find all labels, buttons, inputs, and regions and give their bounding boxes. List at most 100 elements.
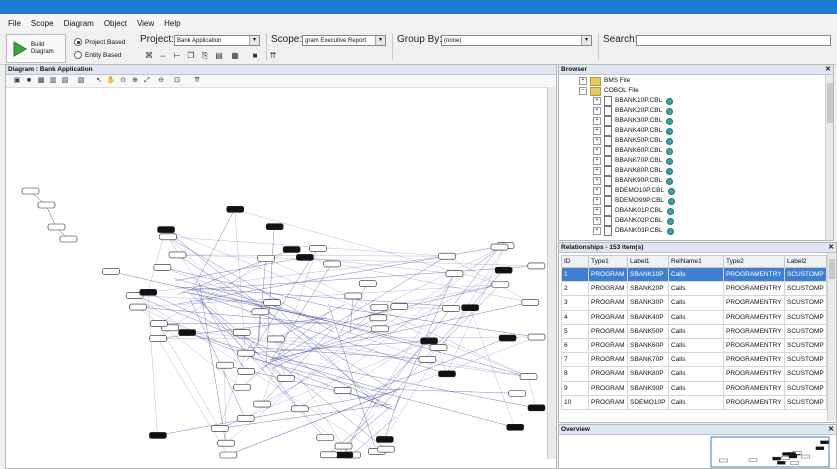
menu-file[interactable]: File [8, 19, 21, 28]
project-select[interactable]: Bank Application ▾ [174, 35, 260, 46]
graph-node[interactable] [276, 374, 295, 382]
expand-icon[interactable]: + [593, 137, 601, 145]
tree-file-item[interactable]: + DBANK03P.CBL [593, 226, 674, 236]
column-header[interactable]: Type2 [723, 255, 785, 268]
groupby-select[interactable]: (none) ▾ [441, 35, 592, 46]
align-icon[interactable]: ⊢ [172, 51, 182, 61]
copy-icon[interactable]: ❐ [186, 51, 196, 61]
graph-node[interactable] [265, 223, 284, 231]
graph-node[interactable] [442, 305, 461, 312]
column-header[interactable]: Label2 [784, 255, 827, 268]
tree-file-item[interactable]: + BBANK40P.CBL [593, 126, 674, 136]
graph-node[interactable] [371, 325, 389, 333]
graph-node[interactable] [236, 415, 255, 422]
graph-node[interactable] [309, 245, 327, 252]
tree-folder-cobol[interactable]: − COBOL File [579, 86, 639, 96]
graph-node[interactable] [420, 337, 438, 345]
graph-node[interactable] [461, 304, 479, 311]
expand-icon[interactable]: + [593, 107, 601, 115]
graph-node[interactable] [102, 268, 120, 275]
graph-node[interactable] [335, 451, 354, 459]
graph-node[interactable] [257, 254, 276, 262]
menu-help[interactable]: Help [164, 19, 180, 28]
table-vertical-scrollbar[interactable] [827, 253, 836, 421]
graph-node[interactable] [157, 226, 175, 233]
graph-node[interactable] [237, 349, 255, 357]
table-row[interactable]: 8 PROGRAM SBANK80P Calls PROGRAMENTRY SCUSTOM… [561, 366, 827, 382]
graph-node[interactable] [527, 404, 546, 412]
close-icon[interactable]: ✕ [828, 243, 834, 252]
table-row[interactable]: 1 PROGRAM SBANK10P Calls PROGRAMENTRY SCUSTOM… [561, 266, 827, 283]
tree-file-item[interactable]: + BDEMO10P.CBL [593, 186, 676, 196]
layout-dropdown-icon[interactable]: ⊡ [172, 76, 182, 86]
column-header[interactable]: Type1 [588, 255, 628, 268]
diagram-vertical-scrollbar[interactable] [547, 87, 556, 459]
close-icon[interactable]: ✕ [828, 425, 834, 434]
tree-file-item[interactable]: + BBANK50P.CBL [593, 136, 674, 146]
graph-node[interactable] [290, 405, 309, 413]
radio-project-based[interactable]: Project Based [74, 38, 125, 46]
graph-node[interactable] [377, 445, 395, 453]
graph-node[interactable] [21, 187, 40, 195]
graph-node[interactable] [217, 439, 236, 447]
expand-icon[interactable]: + [593, 227, 601, 235]
pointer-icon[interactable]: ↖ [94, 76, 104, 86]
graph-node[interactable] [226, 205, 245, 213]
pan-hand-icon[interactable]: ✋ [106, 76, 116, 86]
expand-icon[interactable]: + [593, 147, 601, 155]
table-row[interactable]: 4 PROGRAM SBANK40P Calls PROGRAMENTRY SCUSTOM… [561, 309, 827, 325]
expand-icon[interactable]: + [579, 77, 587, 85]
graph-node[interactable] [149, 432, 167, 439]
tree-file-item[interactable]: + DBANK02P.CBL [593, 216, 674, 226]
graph-node[interactable] [295, 254, 314, 261]
graph-node[interactable] [168, 251, 187, 259]
table-row[interactable]: 9 PROGRAM SBANK90P Calls PROGRAMENTRY SCUSTOM… [561, 380, 827, 396]
graph-node[interactable] [506, 423, 525, 431]
graph-node[interactable] [527, 262, 546, 270]
scrollbar-thumb[interactable] [829, 259, 835, 279]
expand-icon[interactable]: + [593, 207, 601, 215]
export-icon[interactable]: ⎘ [200, 51, 210, 61]
menu-view[interactable]: View [137, 19, 154, 28]
overview-viewport[interactable] [710, 436, 830, 468]
expand-icon[interactable]: + [593, 167, 601, 175]
column-header[interactable]: Label1 [627, 255, 669, 268]
graph-node[interactable] [139, 289, 158, 296]
graph-node[interactable] [282, 246, 301, 253]
graph-node[interactable] [519, 373, 538, 381]
graph-node[interactable] [129, 303, 147, 311]
graph-node[interactable] [216, 361, 234, 369]
expand-icon[interactable]: + [593, 157, 601, 165]
diagram-canvas[interactable] [6, 87, 556, 468]
graph-node[interactable] [418, 356, 437, 363]
save-icon[interactable]: ■ [24, 76, 34, 86]
graph-node[interactable] [323, 260, 342, 268]
graph-node[interactable] [159, 233, 177, 241]
menu-object[interactable]: Object [104, 19, 127, 28]
browser-vertical-scrollbar[interactable] [825, 75, 833, 240]
graph-node[interactable] [263, 299, 281, 306]
layout-icon[interactable]: ⌘ [144, 51, 154, 61]
expand-icon[interactable]: + [593, 117, 601, 125]
graph-node[interactable] [369, 314, 388, 322]
graph-node[interactable] [494, 266, 513, 274]
zoom-in-icon[interactable]: ⊕ [130, 76, 140, 86]
graph-node[interactable] [521, 299, 540, 306]
graph-node[interactable] [232, 329, 251, 336]
tree-file-item[interactable]: + BBANK60P.CBL [593, 146, 674, 156]
graph-node[interactable] [251, 308, 270, 316]
scrollbar-thumb[interactable] [827, 83, 833, 123]
network-icon[interactable]: ▦ [230, 51, 240, 61]
tree-file-item[interactable]: + BBANK90P.CBL [593, 176, 674, 186]
graph-node[interactable] [445, 270, 464, 277]
graph-node[interactable] [149, 320, 168, 328]
collapse-icon[interactable]: − [579, 87, 587, 95]
expand-icon[interactable]: + [593, 177, 601, 185]
print-icon[interactable]: ▥ [48, 76, 58, 86]
table-row[interactable]: 10 PROGRAM SDEMO10P Calls PROGRAMENTRY SCUSTO… [561, 394, 827, 410]
graph-node[interactable] [59, 235, 78, 243]
table-row[interactable]: 5 PROGRAM SBANK50P Calls PROGRAMENTRY SCUSTOM… [561, 323, 827, 339]
scope-select[interactable]: gram Executive Report ▾ [302, 35, 386, 46]
open-icon[interactable]: ▣ [12, 76, 22, 86]
link-icon[interactable]: ⇔ [158, 51, 168, 61]
